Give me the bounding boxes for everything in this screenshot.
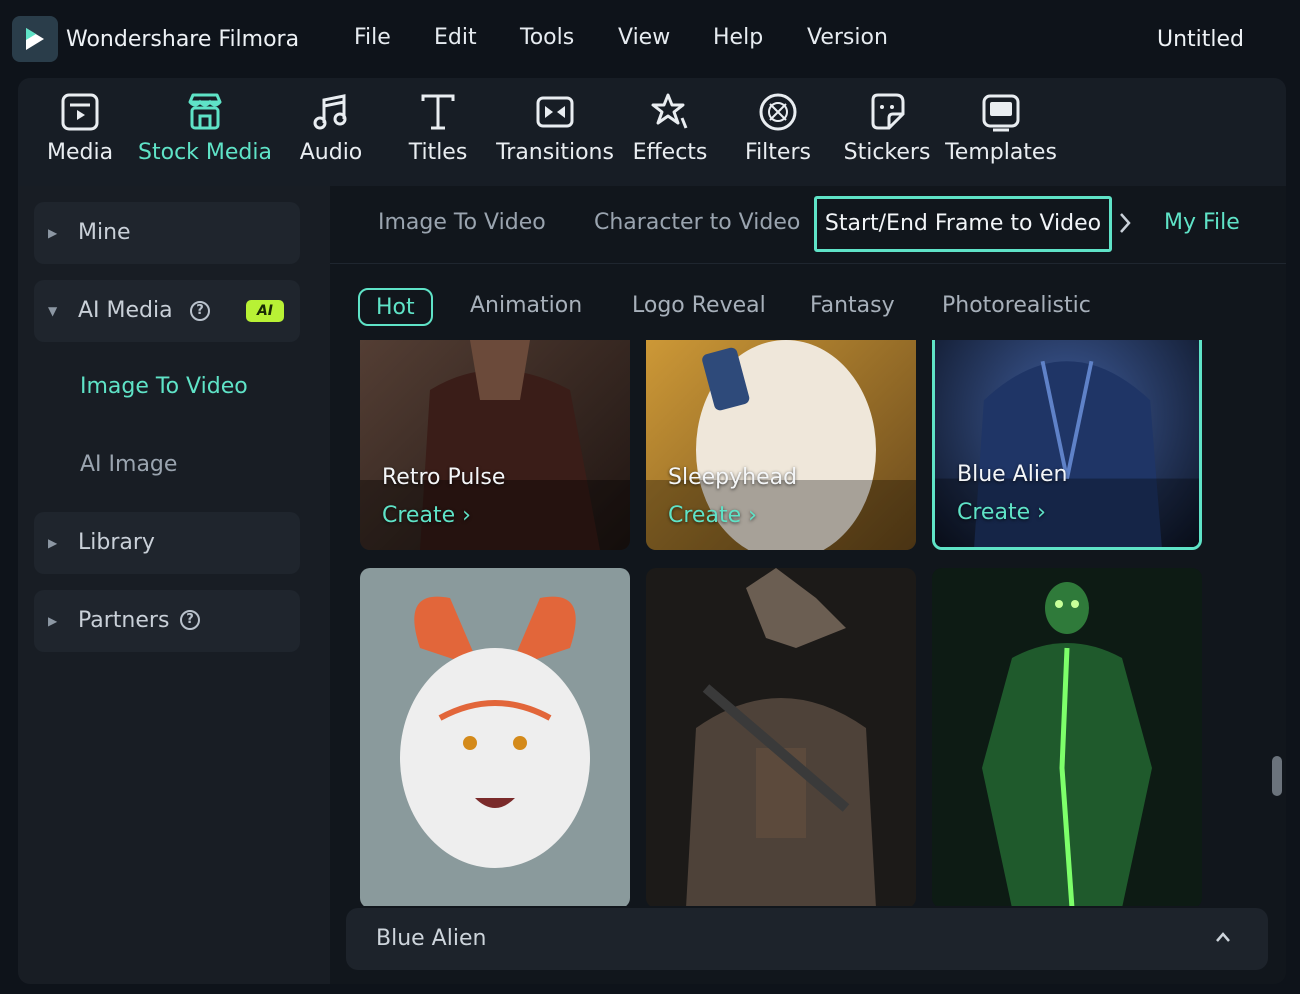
- sidebar-item-mine[interactable]: ▶ Mine: [34, 202, 300, 264]
- template-card-title: Blue Alien: [957, 462, 1068, 487]
- toolbar-label: Templates: [945, 140, 1057, 165]
- toolbar-templates[interactable]: Templates: [945, 90, 1057, 180]
- sidebar-item-image-to-video[interactable]: Image To Video: [80, 374, 248, 399]
- create-link[interactable]: Create ›: [382, 503, 471, 528]
- sidebar: ▶ Mine ▼ AI Media ? AI Image To Video AI…: [18, 186, 330, 984]
- toolbar-label: Filters: [745, 140, 811, 165]
- ai-badge: AI: [246, 300, 284, 322]
- tab-bar: Image To Video Character to Video Start/…: [330, 186, 1286, 264]
- help-icon[interactable]: ?: [180, 610, 200, 630]
- caret-right-icon: ▶: [48, 226, 58, 240]
- template-thumbnail: [360, 568, 630, 906]
- tab-start-end-frame-to-video[interactable]: Start/End Frame to Video: [814, 196, 1112, 252]
- toolbar-label: Stock Media: [138, 140, 272, 165]
- template-thumbnail: [932, 568, 1202, 906]
- media-icon: [61, 93, 99, 131]
- content-panel: Image To Video Character to Video Start/…: [330, 186, 1286, 984]
- sticker-icon: [871, 93, 905, 130]
- text-t-icon: [421, 94, 455, 130]
- transition-icon: [536, 96, 574, 128]
- music-note-icon: [313, 94, 347, 130]
- main-window: Media Stock Media Audio Titles Transitio…: [18, 78, 1286, 984]
- create-link[interactable]: Create ›: [957, 500, 1046, 525]
- app-name: Wondershare Filmora: [66, 27, 300, 52]
- selected-template-label: Blue Alien: [376, 926, 487, 951]
- toolbar-audio[interactable]: Audio: [298, 90, 364, 180]
- filter-icon: [759, 93, 797, 131]
- menu-bar: Wondershare Filmora File Edit Tools View…: [0, 0, 1300, 78]
- template-card-blue-alien[interactable]: Blue Alien Create ›: [932, 340, 1202, 550]
- sidebar-item-partners[interactable]: ▶ Partners ?: [34, 590, 300, 652]
- toolbar-label: Transitions: [496, 140, 614, 165]
- sidebar-item-ai-media[interactable]: ▼ AI Media ? AI: [34, 280, 300, 342]
- sidebar-item-library[interactable]: ▶ Library: [34, 512, 300, 574]
- template-card-sleepyhead[interactable]: Sleepyhead Create ›: [646, 340, 916, 550]
- menu-file[interactable]: File: [354, 25, 391, 50]
- toolbar-stickers[interactable]: Stickers: [843, 90, 931, 180]
- module-toolbar: Media Stock Media Audio Titles Transitio…: [18, 78, 1286, 186]
- toolbar-effects[interactable]: Effects: [632, 90, 708, 180]
- menu-help[interactable]: Help: [713, 25, 763, 50]
- toolbar-filters[interactable]: Filters: [744, 90, 812, 180]
- tab-my-file[interactable]: My File: [1164, 210, 1240, 235]
- caret-right-icon: ▶: [48, 614, 58, 628]
- template-card-fox-spirit[interactable]: [360, 568, 630, 906]
- template-thumbnail: [646, 568, 916, 906]
- category-photorealistic[interactable]: Photorealistic: [942, 288, 1091, 326]
- vertical-scrollbar-thumb[interactable]: [1272, 756, 1282, 796]
- chevron-up-icon[interactable]: [1214, 930, 1232, 944]
- template-icon: [982, 94, 1020, 132]
- sidebar-item-label: Mine: [78, 220, 131, 245]
- tab-character-to-video[interactable]: Character to Video: [594, 210, 800, 235]
- help-icon[interactable]: ?: [190, 301, 210, 321]
- effects-star-icon: [651, 93, 688, 129]
- category-hot[interactable]: Hot: [358, 288, 433, 326]
- toolbar-media[interactable]: Media: [46, 90, 114, 180]
- stock-media-icon: [188, 93, 222, 130]
- toolbar-label: Audio: [299, 140, 363, 165]
- chevron-right-icon[interactable]: [1116, 210, 1134, 236]
- filmora-logo-icon: [12, 16, 58, 62]
- menu-tools[interactable]: Tools: [520, 25, 574, 50]
- category-logo-reveal[interactable]: Logo Reveal: [632, 288, 766, 326]
- toolbar-label: Stickers: [843, 140, 931, 165]
- toolbar-label: Titles: [408, 140, 468, 165]
- menu-edit[interactable]: Edit: [434, 25, 477, 50]
- menu-view[interactable]: View: [618, 25, 670, 50]
- sidebar-item-label: Library: [78, 530, 155, 555]
- menu-version[interactable]: Version: [807, 25, 888, 50]
- category-animation[interactable]: Animation: [470, 288, 582, 326]
- toolbar-titles[interactable]: Titles: [408, 90, 468, 180]
- project-title: Untitled: [1156, 27, 1244, 52]
- toolbar-stock-media[interactable]: Stock Media: [138, 90, 272, 180]
- selected-template-panel[interactable]: Blue Alien: [346, 908, 1268, 970]
- template-card-title: Retro Pulse: [382, 465, 506, 490]
- category-fantasy[interactable]: Fantasy: [810, 288, 895, 326]
- template-card-dragon-warrior[interactable]: [646, 568, 916, 906]
- caret-down-icon: ▼: [48, 304, 58, 318]
- template-card-green-alien[interactable]: [932, 568, 1202, 906]
- sidebar-item-label: Partners: [78, 608, 170, 633]
- sidebar-item-ai-image[interactable]: AI Image: [80, 452, 177, 477]
- template-card-retro-pulse[interactable]: Retro Pulse Create ›: [360, 340, 630, 550]
- template-card-title: Sleepyhead: [668, 465, 798, 490]
- tab-image-to-video[interactable]: Image To Video: [378, 210, 546, 235]
- toolbar-label: Effects: [632, 140, 708, 165]
- create-link[interactable]: Create ›: [668, 503, 757, 528]
- template-grid: Retro Pulse Create › Sleepyhead Create ›…: [358, 340, 1206, 906]
- toolbar-label: Media: [46, 140, 114, 165]
- caret-right-icon: ▶: [48, 536, 58, 550]
- sidebar-item-label: AI Media: [78, 298, 173, 323]
- toolbar-transitions[interactable]: Transitions: [496, 90, 614, 180]
